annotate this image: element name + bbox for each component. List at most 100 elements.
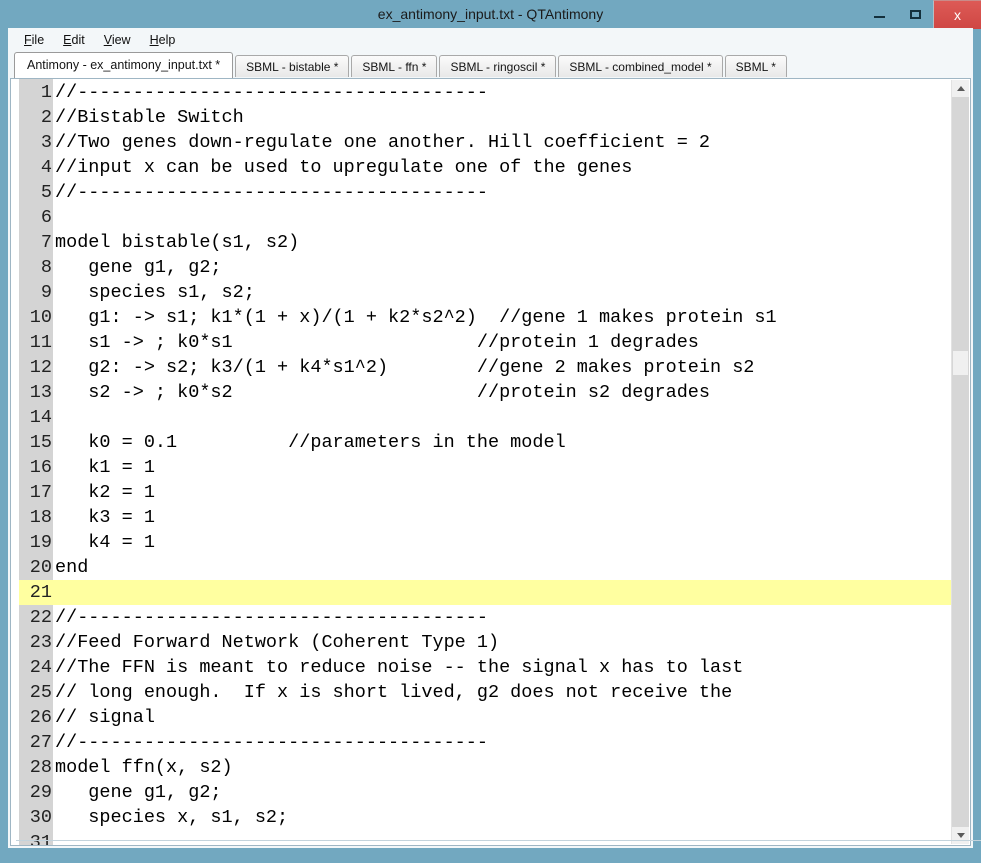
menu-help[interactable]: Help [142,31,187,49]
application-window: ex_antimony_input.txt - QTAntimony x Fil… [0,0,981,863]
code-line[interactable]: 20 end [19,555,951,580]
menu-file[interactable]: File [16,31,55,49]
code-line[interactable]: 25// long enough. If x is short lived, g… [19,680,951,705]
line-number: 26 [19,705,53,730]
code-line[interactable]: 10 g1: -> s1; k1*(1 + x)/(1 + k2*s2^2) /… [19,305,951,330]
tab-bar: Antimony - ex_antimony_input.txt * SBML … [8,51,973,78]
code-line[interactable]: 2//Bistable Switch [19,105,951,130]
code-line[interactable]: 18 k3 = 1 [19,505,951,530]
window-bottom-edge [16,840,981,841]
menu-view[interactable]: View [96,31,142,49]
code-line-text: //Bistable Switch [55,107,244,128]
chevron-down-icon [956,833,965,838]
tab-sbml-bistable[interactable]: SBML - bistable * [235,55,350,78]
scrollbar-track[interactable] [952,97,969,827]
code-line-text: end [55,557,89,578]
code-line-text: gene g1, g2; [55,782,222,803]
code-line-text: //------------------------------------- [55,82,488,103]
code-line[interactable]: 15 k0 = 0.1 //parameters in the model [19,430,951,455]
tab-sbml-combined-model[interactable]: SBML - combined_model * [558,55,723,78]
chevron-up-icon [956,86,965,91]
code-text-area[interactable]: 1//-------------------------------------… [11,79,951,845]
menu-bar: File Edit View Help [8,28,973,51]
code-line[interactable]: 13 s2 -> ; k0*s2 //protein s2 degrades [19,380,951,405]
maximize-button[interactable] [897,0,933,28]
code-line[interactable]: 26// signal [19,705,951,730]
code-line-text: species x, s1, s2; [55,807,289,828]
code-line-text: //Two genes down-regulate one another. H… [55,132,711,153]
scrollbar-thumb[interactable] [953,351,968,375]
code-line-text: gene g1, g2; [55,257,222,278]
code-line[interactable]: 6 [19,205,951,230]
code-line[interactable]: 17 k2 = 1 [19,480,951,505]
code-line-text: k3 = 1 [55,507,155,528]
tab-sbml-ringoscil[interactable]: SBML - ringoscil * [439,55,557,78]
menu-edit[interactable]: Edit [55,31,96,49]
code-line-text: // long enough. If x is short lived, g2 … [55,682,733,703]
close-icon: x [954,7,961,23]
line-number: 13 [19,380,53,405]
code-line[interactable]: 5//------------------------------------- [19,180,951,205]
menu-file-accelerator: F [24,32,32,47]
tab-sbml[interactable]: SBML * [724,55,787,78]
line-number: 7 [19,230,53,255]
code-line[interactable]: 30 species x, s1, s2; [19,805,951,830]
menu-help-accelerator: H [149,32,159,47]
code-line[interactable]: 31 [19,830,951,845]
client-area: File Edit View Help Antimony - ex_antimo… [8,28,981,848]
code-line-text: //input x can be used to upregulate one … [55,157,633,178]
code-line[interactable]: 19 k4 = 1 [19,530,951,555]
code-line[interactable]: 8 gene g1, g2; [19,255,951,280]
scroll-down-button[interactable] [952,827,969,844]
code-line-text: //------------------------------------- [55,732,488,753]
menu-file-label: ile [31,32,45,47]
line-number: 29 [19,780,53,805]
line-number: 9 [19,280,53,305]
code-line[interactable]: 4//input x can be used to upregulate one… [19,155,951,180]
code-line[interactable]: 23//Feed Forward Network (Coherent Type … [19,630,951,655]
maximize-icon [897,0,933,28]
line-number: 23 [19,630,53,655]
code-line-text: k2 = 1 [55,482,155,503]
code-line[interactable]: 24//The FFN is meant to reduce noise -- … [19,655,951,680]
code-line[interactable]: 29 gene g1, g2; [19,780,951,805]
scroll-up-button[interactable] [952,80,969,97]
line-number: 17 [19,480,53,505]
code-line[interactable]: 27//------------------------------------… [19,730,951,755]
code-editor-viewport: 1//-------------------------------------… [11,79,970,845]
code-line[interactable]: 9 species s1, s2; [19,280,951,305]
code-editor[interactable]: 1//-------------------------------------… [10,78,971,846]
line-number: 11 [19,330,53,355]
line-number: 21 [19,580,53,605]
code-line[interactable]: 7 model bistable(s1, s2) [19,230,951,255]
close-button[interactable]: x [933,0,981,29]
line-number: 15 [19,430,53,455]
code-line[interactable]: 3//Two genes down-regulate one another. … [19,130,951,155]
line-number: 5 [19,180,53,205]
code-line-text: // signal [55,707,155,728]
code-line[interactable]: 21 [19,580,951,605]
code-line[interactable]: 22//------------------------------------… [19,605,951,630]
code-line-text: g2: -> s2; k3/(1 + k4*s1^2) //gene 2 mak… [55,357,755,378]
title-bar: ex_antimony_input.txt - QTAntimony x [0,0,981,29]
tab-antimony-ex-antimony-input[interactable]: Antimony - ex_antimony_input.txt * [14,52,234,78]
tab-sbml-ffn[interactable]: SBML - ffn * [351,55,438,78]
line-number: 16 [19,455,53,480]
minimize-icon [861,0,897,28]
code-line[interactable]: 28 model ffn(x, s2) [19,755,951,780]
code-line[interactable]: 16 k1 = 1 [19,455,951,480]
code-line-text: //------------------------------------- [55,607,488,628]
line-number: 10 [19,305,53,330]
window-controls: x [861,0,981,29]
vertical-scrollbar[interactable] [951,80,969,844]
code-line[interactable]: 12 g2: -> s2; k3/(1 + k4*s1^2) //gene 2 … [19,355,951,380]
code-line[interactable]: 1//------------------------------------- [19,80,951,105]
code-line-text: k4 = 1 [55,532,155,553]
minimize-button[interactable] [861,0,897,28]
code-line[interactable]: 14 [19,405,951,430]
code-line-text: //------------------------------------- [55,182,488,203]
code-line[interactable]: 11 s1 -> ; k0*s1 //protein 1 degrades [19,330,951,355]
line-number: 30 [19,805,53,830]
